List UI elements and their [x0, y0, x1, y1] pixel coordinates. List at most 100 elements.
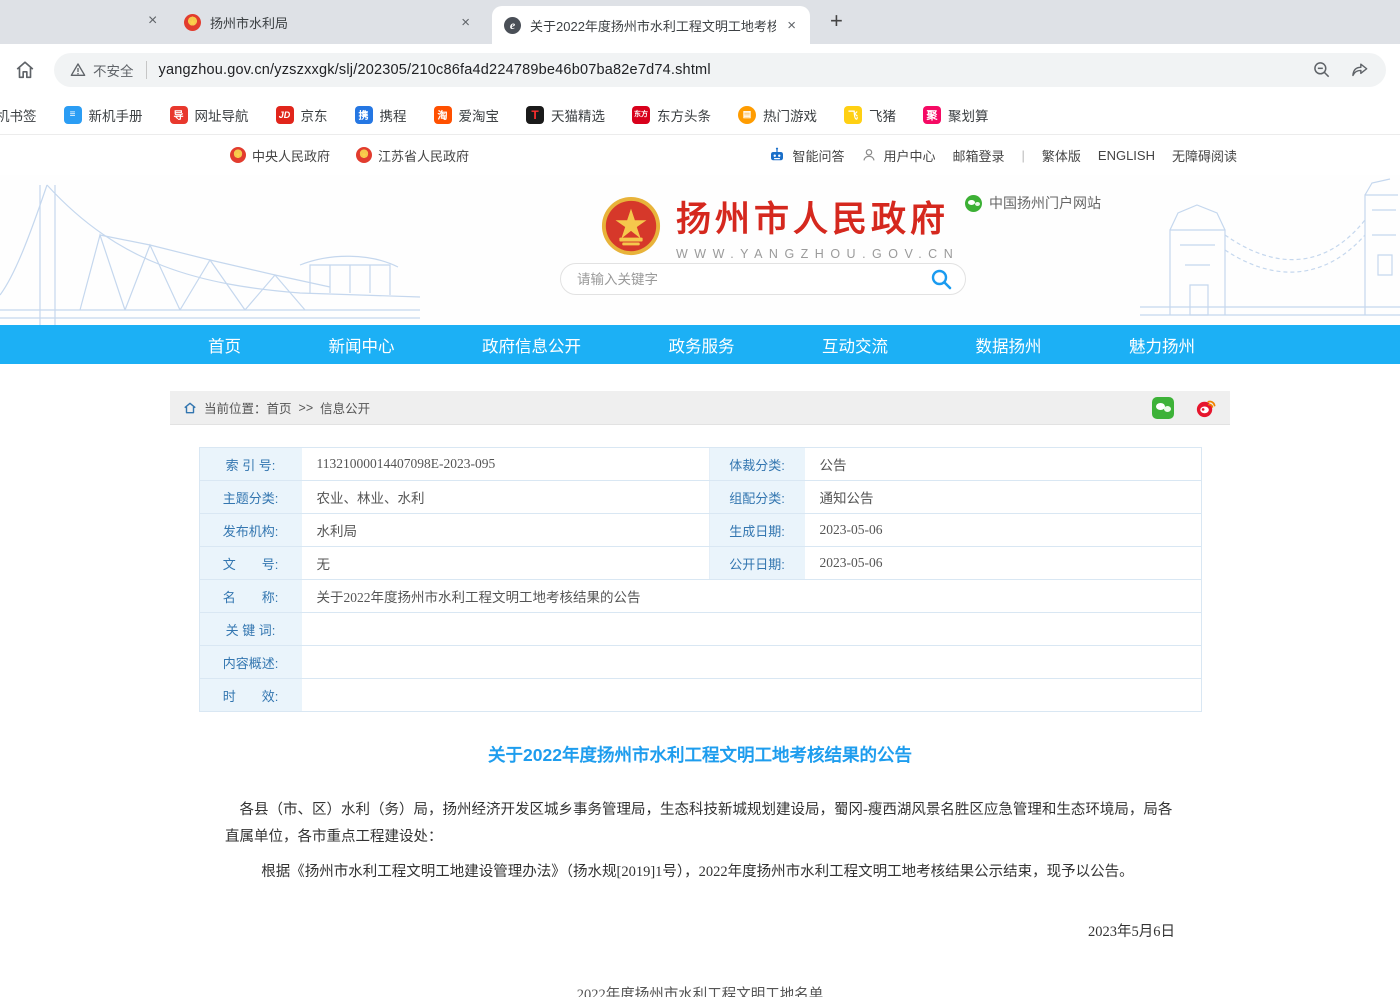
url-text[interactable]: yangzhou.gov.cn/yzszxxgk/slj/202305/210c…: [159, 62, 711, 78]
meta-label: 主题分类:: [200, 481, 304, 513]
nav-government-info[interactable]: 政府信息公开: [482, 333, 581, 357]
manual-icon: ≡: [64, 106, 82, 124]
meta-value-doc-number: 无: [304, 547, 710, 579]
breadcrumb-home-link[interactable]: 首页: [267, 398, 292, 417]
site-url-text: WWW.YANGZHOU.GOV.CN: [676, 247, 959, 261]
mail-login-link[interactable]: 邮箱登录: [952, 146, 1004, 165]
bookmark-label: 东方头条: [657, 105, 711, 125]
portal-link[interactable]: 中国扬州门户网站: [965, 193, 1101, 213]
e-logo-favicon: e: [504, 17, 521, 34]
nav-government-services[interactable]: 政务服务: [669, 333, 735, 357]
close-icon[interactable]: ×: [785, 17, 798, 34]
bookmark-juhuasuan[interactable]: 聚 聚划算: [923, 105, 989, 125]
breadcrumb-section-link[interactable]: 信息公开: [320, 398, 370, 417]
bookmark-label: 京东: [301, 105, 328, 125]
bookmarks-bar: 机书签 ≡ 新机手册 导 网址导航 JD 京东 携 携程 淘 爱淘宝 T 天猫精…: [0, 95, 1400, 135]
link-jiangsu-government[interactable]: ★ 江苏省人民政府: [356, 146, 469, 165]
table-row: 时 效:: [200, 679, 1201, 712]
content-area: 当前位置： 首页 >> 信息公开 索 引 号: 1132100001440709…: [170, 391, 1230, 997]
meta-label: 生成日期:: [710, 514, 807, 546]
user-center-link[interactable]: 用户中心: [861, 146, 935, 165]
divider: |: [1022, 148, 1025, 163]
wechat-share-icon[interactable]: [1152, 397, 1174, 419]
national-emblem-icon: ★: [356, 147, 372, 163]
bookmark-aitaobao[interactable]: 淘 爱淘宝: [434, 105, 500, 125]
tower-bridge-sketch-art: [1140, 175, 1400, 325]
meta-value-agency: 水利局: [304, 514, 710, 546]
search-input[interactable]: [577, 272, 929, 287]
meta-value-summary: [304, 646, 1203, 678]
meta-label: 时 效:: [200, 679, 304, 711]
bookmark-jd[interactable]: JD 京东: [276, 105, 328, 125]
home-icon: [183, 401, 197, 415]
tab-title: 扬州市水利局: [210, 13, 450, 32]
tmall-icon: T: [526, 106, 544, 124]
meta-value-title: 关于2022年度扬州市水利工程文明工地考核结果的公告: [304, 580, 1203, 612]
search-icon[interactable]: [929, 267, 953, 291]
tab-announcement-active[interactable]: e 关于2022年度扬州市水利工程文明工地考核结果的公告 ×: [492, 6, 810, 44]
close-icon[interactable]: ×: [148, 12, 157, 30]
traditional-chinese-link[interactable]: 繁体版: [1042, 146, 1081, 165]
nav-news-center[interactable]: 新闻中心: [329, 333, 395, 357]
meta-label: 文 号:: [200, 547, 304, 579]
fliggy-pig-icon: 飞: [844, 106, 862, 124]
accessibility-link[interactable]: 无障碍阅读: [1172, 146, 1237, 165]
bookmark-new-phone-manual[interactable]: ≡ 新机手册: [64, 105, 143, 125]
ctrip-icon: 携: [355, 106, 373, 124]
security-label[interactable]: 不安全: [93, 60, 134, 80]
document-meta-table: 索 引 号: 11321000014407098E-2023-095 体裁分类:…: [199, 447, 1202, 712]
meta-label: 公开日期:: [710, 547, 807, 579]
nav-data-yangzhou[interactable]: 数据扬州: [976, 333, 1042, 357]
close-icon[interactable]: ×: [459, 14, 472, 31]
bookmark-ctrip[interactable]: 携 携程: [355, 105, 407, 125]
meta-value-publish-date: 2023-05-06: [807, 547, 1203, 579]
smart-qa-link[interactable]: 智能问答: [768, 146, 844, 165]
tab-yangzhou-water-bureau[interactable]: ★ 扬州市水利局 ×: [172, 0, 484, 44]
zoom-out-icon[interactable]: [1312, 60, 1332, 80]
table-row: 名 称: 关于2022年度扬州市水利工程文明工地考核结果的公告: [200, 580, 1201, 613]
bookmark-eastday[interactable]: 东方 东方头条: [632, 105, 711, 125]
meta-label: 组配分类:: [710, 481, 807, 513]
table-row: 发布机构: 水利局 生成日期: 2023-05-06: [200, 514, 1201, 547]
nav-home[interactable]: 首页: [208, 333, 241, 357]
article-paragraph: 各县（市、区）水利（务）局，扬州经济开发区城乡事务管理局，生态科技新城规划建设局…: [225, 797, 1175, 851]
bookmark-tmall[interactable]: T 天猫精选: [526, 105, 605, 125]
weibo-share-icon[interactable]: [1194, 396, 1217, 419]
article-body: 关于2022年度扬州市水利工程文明工地考核结果的公告 各县（市、区）水利（务）局…: [170, 742, 1230, 997]
article-title: 关于2022年度扬州市水利工程文明工地考核结果的公告: [225, 742, 1175, 767]
meta-value-group: 通知公告: [807, 481, 1203, 513]
table-row: 内容概述:: [200, 646, 1201, 679]
games-icon: ▤: [738, 106, 756, 124]
main-navigation: 首页 新闻中心 政府信息公开 政务服务 互动交流 数据扬州 魅力扬州: [0, 325, 1400, 364]
site-logo[interactable]: 扬州市人民政府 WWW.YANGZHOU.GOV.CN: [600, 191, 959, 261]
tab-title: 关于2022年度扬州市水利工程文明工地考核结果的公告: [530, 16, 776, 35]
meta-label: 名 称:: [200, 580, 304, 612]
bookmark-fliggy[interactable]: 飞 飞猪: [844, 105, 896, 125]
bookmark-label: 机书签: [0, 105, 37, 125]
meta-value-index-number: 11321000014407098E-2023-095: [304, 448, 710, 480]
user-icon: [861, 147, 877, 163]
home-icon[interactable]: [14, 59, 36, 81]
address-bar[interactable]: 不安全 yangzhou.gov.cn/yzszxxgk/slj/202305/…: [54, 53, 1386, 87]
browser-toolbar: 不安全 yangzhou.gov.cn/yzszxxgk/slj/202305/…: [0, 44, 1400, 95]
bookmark-hot-games[interactable]: ▤ 热门游戏: [738, 105, 817, 125]
nav-charming-yangzhou[interactable]: 魅力扬州: [1129, 333, 1195, 357]
site-search: [560, 263, 966, 295]
nav-interaction[interactable]: 互动交流: [822, 333, 888, 357]
meta-label: 关 键 词:: [200, 613, 304, 645]
article-date: 2023年5月6日: [225, 919, 1175, 946]
bookmark-phone-bookmarks[interactable]: 机书签: [0, 105, 37, 125]
english-link[interactable]: ENGLISH: [1098, 148, 1155, 163]
warning-icon[interactable]: [70, 62, 86, 78]
juhuasuan-icon: 聚: [923, 106, 941, 124]
smart-qa-label: 智能问答: [792, 146, 844, 165]
new-tab-button[interactable]: +: [830, 8, 843, 34]
site-header: 扬州市人民政府 WWW.YANGZHOU.GOV.CN 中国扬州门户网站: [0, 175, 1400, 325]
link-central-government[interactable]: ★ 中央人民政府: [230, 146, 330, 165]
share-icon[interactable]: [1350, 60, 1370, 80]
article-paragraph: 根据《扬州市水利工程文明工地建设管理办法》（扬水规[2019]1号），2022年…: [225, 859, 1175, 886]
bookmark-url-navigation[interactable]: 导 网址导航: [170, 105, 249, 125]
bookmark-label: 飞猪: [869, 105, 896, 125]
robot-icon: [768, 146, 786, 164]
bookmark-label: 热门游戏: [763, 105, 817, 125]
